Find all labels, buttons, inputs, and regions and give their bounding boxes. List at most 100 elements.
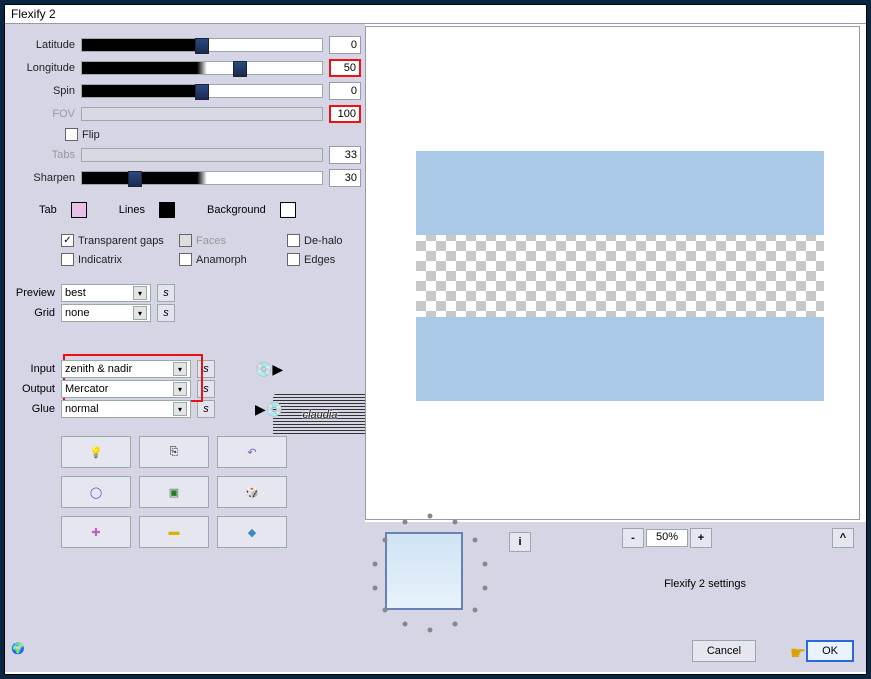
chip-icon: ▣ (169, 486, 179, 499)
brick-button[interactable]: ▬ (139, 516, 209, 548)
anamorph-checkbox[interactable] (179, 253, 192, 266)
flip-checkbox[interactable] (65, 128, 78, 141)
options-grid: Transparent gaps Faces De-halo Indicatri… (61, 234, 361, 266)
lines-color-label: Lines (119, 204, 145, 216)
grid-select-label: Grid (9, 307, 61, 319)
preview-canvas[interactable] (365, 26, 860, 520)
indicatrix-label: Indicatrix (78, 254, 122, 266)
settings-text: Flexify 2 settings (664, 578, 746, 590)
longitude-row: Longitude (9, 58, 361, 78)
plus-button[interactable]: ✚ (61, 516, 131, 548)
flip-row: Flip (65, 128, 361, 141)
faces-checkbox (179, 234, 192, 247)
tool-grid: 💡 ⎘ ↶ ◯ ▣ 🎲 ✚ ▬ ◆ (61, 436, 361, 548)
lightbulb-icon: 💡 (89, 446, 103, 459)
lightbulb-button[interactable]: 💡 (61, 436, 131, 468)
brick-icon: ▬ (169, 526, 180, 538)
right-area: i - 50% + ^ Flexify 2 settings Cancel OK… (365, 24, 866, 672)
input-select-value: zenith & nadir (65, 363, 132, 375)
tabs-slider (81, 148, 323, 162)
preset-thumbnail[interactable] (385, 532, 463, 610)
fov-slider (81, 107, 323, 121)
preview-image (416, 151, 824, 401)
sharpen-label: Sharpen (9, 172, 81, 184)
longitude-label: Longitude (9, 62, 81, 74)
ring-button[interactable]: ◯ (61, 476, 131, 508)
dehalo-checkbox[interactable] (287, 234, 300, 247)
spin-row: Spin (9, 81, 361, 101)
background-color-swatch[interactable] (280, 202, 296, 218)
lines-color-swatch[interactable] (159, 202, 175, 218)
edges-label: Edges (304, 254, 335, 266)
zoom-in-button[interactable]: + (690, 528, 712, 548)
latitude-slider[interactable] (81, 38, 323, 52)
zoom-out-button[interactable]: - (622, 528, 644, 548)
cancel-button[interactable]: Cancel (692, 640, 756, 662)
output-select-label: Output (9, 383, 61, 395)
ok-label: OK (822, 645, 838, 657)
glue-select-value: normal (65, 403, 99, 415)
preview-settings-button[interactable]: s (157, 284, 175, 302)
disc-play-icon[interactable]: 💿▶ (255, 361, 283, 378)
sharpen-value[interactable] (329, 169, 361, 187)
dehalo-label: De-halo (304, 235, 343, 247)
chevron-down-icon: ▾ (173, 402, 187, 416)
tabs-value[interactable] (329, 146, 361, 164)
longitude-slider[interactable] (81, 61, 323, 75)
edges-checkbox[interactable] (287, 253, 300, 266)
chevron-down-icon: ▾ (133, 306, 147, 320)
preview-select-label: Preview (9, 287, 61, 299)
background-color-label: Background (207, 204, 266, 216)
dice-icon: 🎲 (245, 486, 259, 499)
output-select[interactable]: Mercator▾ (61, 380, 191, 398)
output-settings-button[interactable]: s (197, 380, 215, 398)
transparent-gaps-checkbox[interactable] (61, 234, 74, 247)
tab-color-label: Tab (39, 204, 57, 216)
ok-button[interactable]: OK (806, 640, 854, 662)
chevron-down-icon: ▾ (173, 382, 187, 396)
glue-settings-button[interactable]: s (197, 400, 215, 418)
sharpen-slider[interactable] (81, 171, 323, 185)
spin-label: Spin (9, 85, 81, 97)
color-row: Tab Lines Background (39, 202, 361, 218)
grid-select-value: none (65, 307, 89, 319)
glue-select-label: Glue (9, 403, 61, 415)
plus-icon: + (698, 532, 704, 544)
globe-hand-icon[interactable]: 🌍 (11, 642, 35, 666)
undo-icon: ↶ (247, 446, 256, 459)
fov-value[interactable] (329, 105, 361, 123)
input-select[interactable]: zenith & nadir ▾ (61, 360, 191, 378)
grid-settings-button[interactable]: s (157, 304, 175, 322)
plus-icon: ✚ (91, 526, 100, 539)
latitude-value[interactable] (329, 36, 361, 54)
play-disc-icon[interactable]: ▶💿 (255, 401, 283, 418)
chevron-down-icon: ▾ (173, 362, 187, 376)
dialog-window: Flexify 2 Latitude Longitude Spin FOV (4, 4, 867, 675)
spin-value[interactable] (329, 82, 361, 100)
undo-button[interactable]: ↶ (217, 436, 287, 468)
faces-label: Faces (196, 235, 226, 247)
indicatrix-checkbox[interactable] (61, 253, 74, 266)
dice-button[interactable]: 🎲 (217, 476, 287, 508)
info-button[interactable]: i (509, 532, 531, 552)
latitude-label: Latitude (9, 39, 81, 51)
expand-button[interactable]: ^ (832, 528, 854, 548)
gem-button[interactable]: ◆ (217, 516, 287, 548)
input-settings-button[interactable]: s (197, 360, 215, 378)
tab-color-swatch[interactable] (71, 202, 87, 218)
ring-icon: ◯ (90, 486, 102, 499)
longitude-value[interactable] (329, 59, 361, 77)
glue-select[interactable]: normal ▾ (61, 400, 191, 418)
spin-slider[interactable] (81, 84, 323, 98)
controls-panel: Latitude Longitude Spin FOV Fl (5, 24, 365, 672)
window-title: Flexify 2 (5, 5, 866, 24)
sharpen-row: Sharpen (9, 168, 361, 188)
zoom-value[interactable]: 50% (646, 529, 688, 547)
fov-row: FOV (9, 104, 361, 124)
copy-button[interactable]: ⎘ (139, 436, 209, 468)
chip-button[interactable]: ▣ (139, 476, 209, 508)
cancel-label: Cancel (707, 645, 741, 657)
zoom-group: - 50% + (622, 528, 712, 548)
preview-select[interactable]: best▾ (61, 284, 151, 302)
grid-select[interactable]: none ▾ (61, 304, 151, 322)
